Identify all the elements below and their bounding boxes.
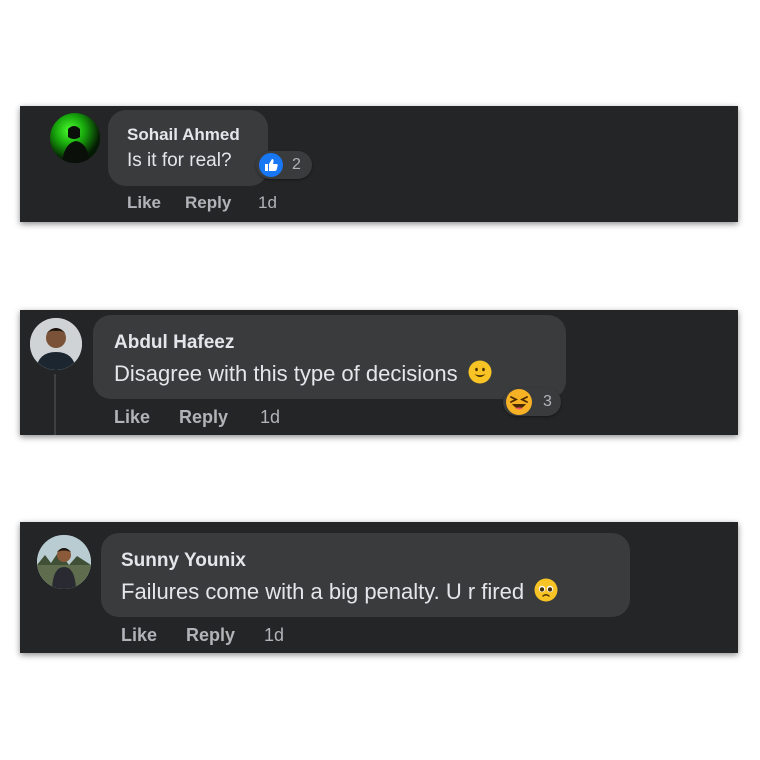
smiling-face-icon xyxy=(468,360,492,390)
like-button[interactable]: Like xyxy=(121,625,157,646)
comment-card-1: Sohail Ahmed Is it for real? 2 Like Repl… xyxy=(20,106,738,222)
comment-text: Is it for real? xyxy=(127,150,232,171)
comment-text: Disagree with this type of decisions xyxy=(114,360,492,390)
comment-text-content: Disagree with this type of decisions xyxy=(114,360,458,386)
like-icon xyxy=(259,153,283,182)
thread-line xyxy=(54,374,56,435)
comment-bubble xyxy=(108,110,268,186)
timestamp[interactable]: 1d xyxy=(260,407,280,428)
author-name[interactable]: Sohail Ahmed xyxy=(127,125,240,145)
comment-text-content: Failures come with a big penalty. U r fi… xyxy=(121,578,525,604)
like-button[interactable]: Like xyxy=(127,193,161,213)
pleading-face-icon xyxy=(534,578,558,608)
comment-card-3: Sunny Younix Failures come with a big pe… xyxy=(20,522,738,653)
timestamp[interactable]: 1d xyxy=(258,193,277,213)
reaction-summary[interactable]: 3 xyxy=(503,388,561,416)
author-name[interactable]: Sunny Younix xyxy=(121,550,246,572)
comment-text: Failures come with a big penalty. U r fi… xyxy=(121,578,558,608)
reaction-count: 3 xyxy=(543,393,552,410)
reaction-count: 2 xyxy=(292,156,301,173)
reply-button[interactable]: Reply xyxy=(185,193,231,213)
reply-button[interactable]: Reply xyxy=(186,625,235,646)
haha-icon xyxy=(505,388,533,421)
avatar[interactable] xyxy=(50,113,100,163)
avatar[interactable] xyxy=(30,318,82,370)
reply-button[interactable]: Reply xyxy=(179,407,228,428)
avatar[interactable] xyxy=(37,535,91,589)
like-button[interactable]: Like xyxy=(114,407,150,428)
author-name[interactable]: Abdul Hafeez xyxy=(114,332,234,354)
reaction-summary[interactable]: 2 xyxy=(256,151,312,179)
timestamp[interactable]: 1d xyxy=(264,625,284,646)
comment-card-2: Abdul Hafeez Disagree with this type of … xyxy=(20,310,738,435)
